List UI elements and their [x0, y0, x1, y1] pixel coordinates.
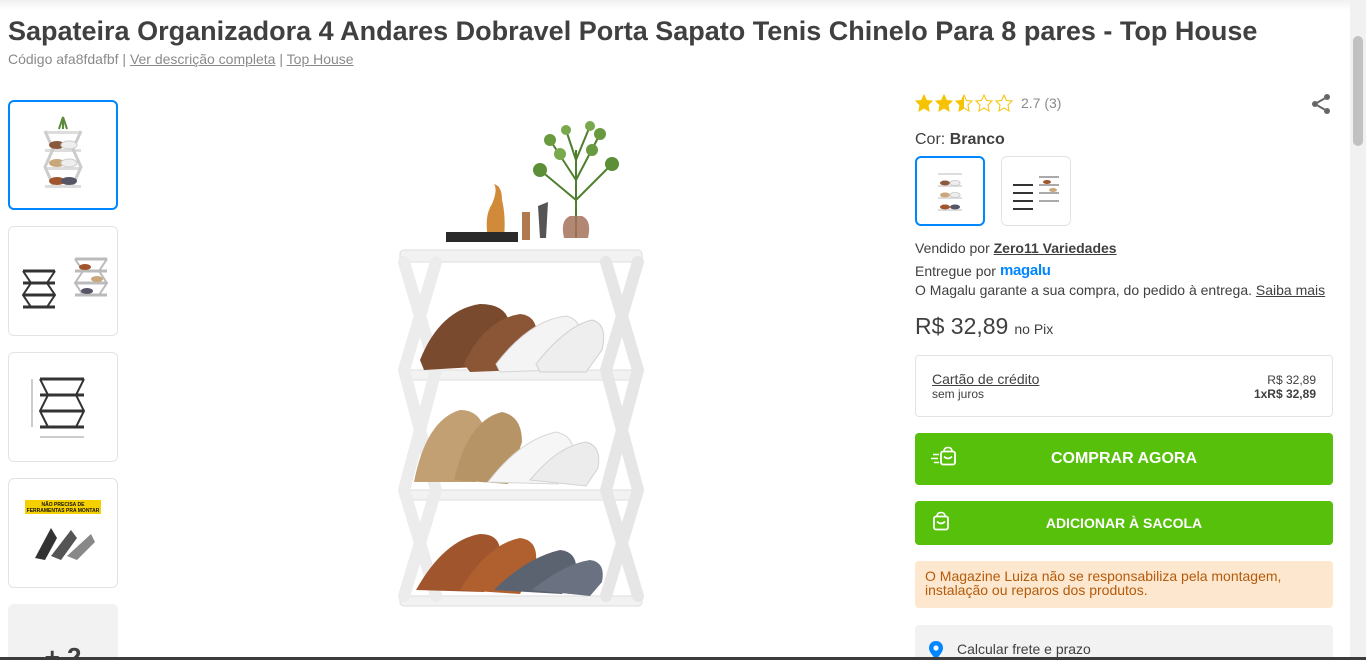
- rating[interactable]: 2.7 (3): [915, 94, 1061, 112]
- svg-text:NÃO PRECISA DE: NÃO PRECISA DE: [42, 501, 86, 508]
- brand-link[interactable]: Top House: [287, 51, 354, 67]
- buy-now-label: COMPRAR AGORA: [1050, 450, 1198, 467]
- buy-now-button[interactable]: COMPRAR AGORA: [915, 433, 1333, 485]
- product-subline: Código afa8fdafbf | Ver descrição comple…: [8, 51, 354, 67]
- seller-link[interactable]: Zero11 Variedades: [994, 240, 1117, 256]
- see-description-link[interactable]: Ver descrição completa: [130, 51, 276, 67]
- product-title: Sapateira Organizadora 4 Andares Dobrave…: [8, 16, 1258, 46]
- color-swatch-branco[interactable]: [915, 156, 985, 226]
- color-label: Cor: Branco: [915, 131, 1005, 149]
- guarantee-label: O Magalu garante a sua compra, do pedido…: [915, 282, 1252, 298]
- credit-card-total: R$ 32,89: [1267, 373, 1316, 387]
- delivered-by-label: Entregue por: [915, 262, 996, 279]
- sold-by-label: Vendido por: [915, 240, 990, 256]
- gallery-thumb-3[interactable]: [8, 352, 118, 462]
- separator: |: [122, 51, 127, 67]
- white-rack-swatch-icon: [938, 173, 962, 211]
- credit-card-sub: sem juros: [932, 387, 985, 401]
- color-selected: Branco: [949, 131, 1005, 148]
- svg-text:FERRAMENTAS PRA MONTAR: FERRAMENTAS PRA MONTAR: [27, 508, 100, 514]
- color-label-text: Cor:: [915, 131, 946, 148]
- separator: |: [279, 51, 284, 67]
- shipping-label: Calcular frete e prazo: [957, 641, 1091, 657]
- credit-card-option[interactable]: Cartão de crédito sem juros R$ 32,89 1xR…: [915, 355, 1333, 417]
- sold-by: Vendido por Zero11 Variedades: [915, 240, 1117, 256]
- fast-bag-icon: [931, 446, 957, 472]
- delivered-by: Entregue por magalu: [915, 262, 1051, 279]
- add-to-bag-button[interactable]: ADICIONAR À SACOLA: [915, 501, 1333, 545]
- add-to-bag-label: ADICIONAR À SACOLA: [1045, 515, 1203, 531]
- header-shadow: [0, 0, 1350, 10]
- rating-stars: [915, 94, 1015, 112]
- guarantee-text: O Magalu garante a sua compra, do pedido…: [915, 282, 1325, 298]
- credit-card-label[interactable]: Cartão de crédito: [932, 371, 1039, 387]
- rating-text: 2.7 (3): [1021, 95, 1062, 111]
- price-value: R$ 32,89: [915, 313, 1009, 339]
- credit-card-installment: 1xR$ 32,89: [1253, 387, 1316, 401]
- share-icon[interactable]: [1309, 92, 1333, 116]
- star-rating-icon: [915, 94, 1014, 112]
- no-tools-banner-thumb: NÃO PRECISA DE FERRAMENTAS PRA MONTAR: [25, 500, 101, 560]
- shipping-calculator[interactable]: Calcular frete e prazo: [915, 625, 1333, 660]
- gallery-thumb-2[interactable]: [8, 226, 118, 336]
- product-main-image: [380, 120, 670, 640]
- assembly-notice: O Magazine Luiza não se responsabiliza p…: [915, 561, 1333, 608]
- gallery-thumb-4[interactable]: NÃO PRECISA DE FERRAMENTAS PRA MONTAR: [8, 478, 118, 588]
- price-method: no Pix: [1014, 321, 1054, 337]
- product-code: Código afa8fdafbf: [8, 51, 119, 67]
- magalu-logo: magalu: [999, 262, 1051, 279]
- color-swatch-preto[interactable]: [1001, 156, 1071, 226]
- gallery-more-button[interactable]: + 2: [8, 604, 118, 660]
- black-rack-swatch-icon: [1013, 176, 1059, 210]
- shoe-rack-black-thumb: [21, 257, 109, 309]
- shoe-rack-dimensions-thumb: [31, 377, 86, 438]
- price-block: R$ 32,89 no Pix: [915, 313, 1053, 340]
- shoe-rack-white-thumb: [43, 116, 83, 188]
- product-page: Sapateira Organizadora 4 Andares Dobrave…: [0, 0, 1366, 660]
- learn-more-link[interactable]: Saiba mais: [1256, 282, 1325, 298]
- scrollbar-thumb[interactable]: [1353, 36, 1363, 146]
- gallery-thumb-1[interactable]: [8, 100, 118, 210]
- bag-icon: [931, 511, 951, 535]
- page-scrollbar[interactable]: [1350, 0, 1366, 660]
